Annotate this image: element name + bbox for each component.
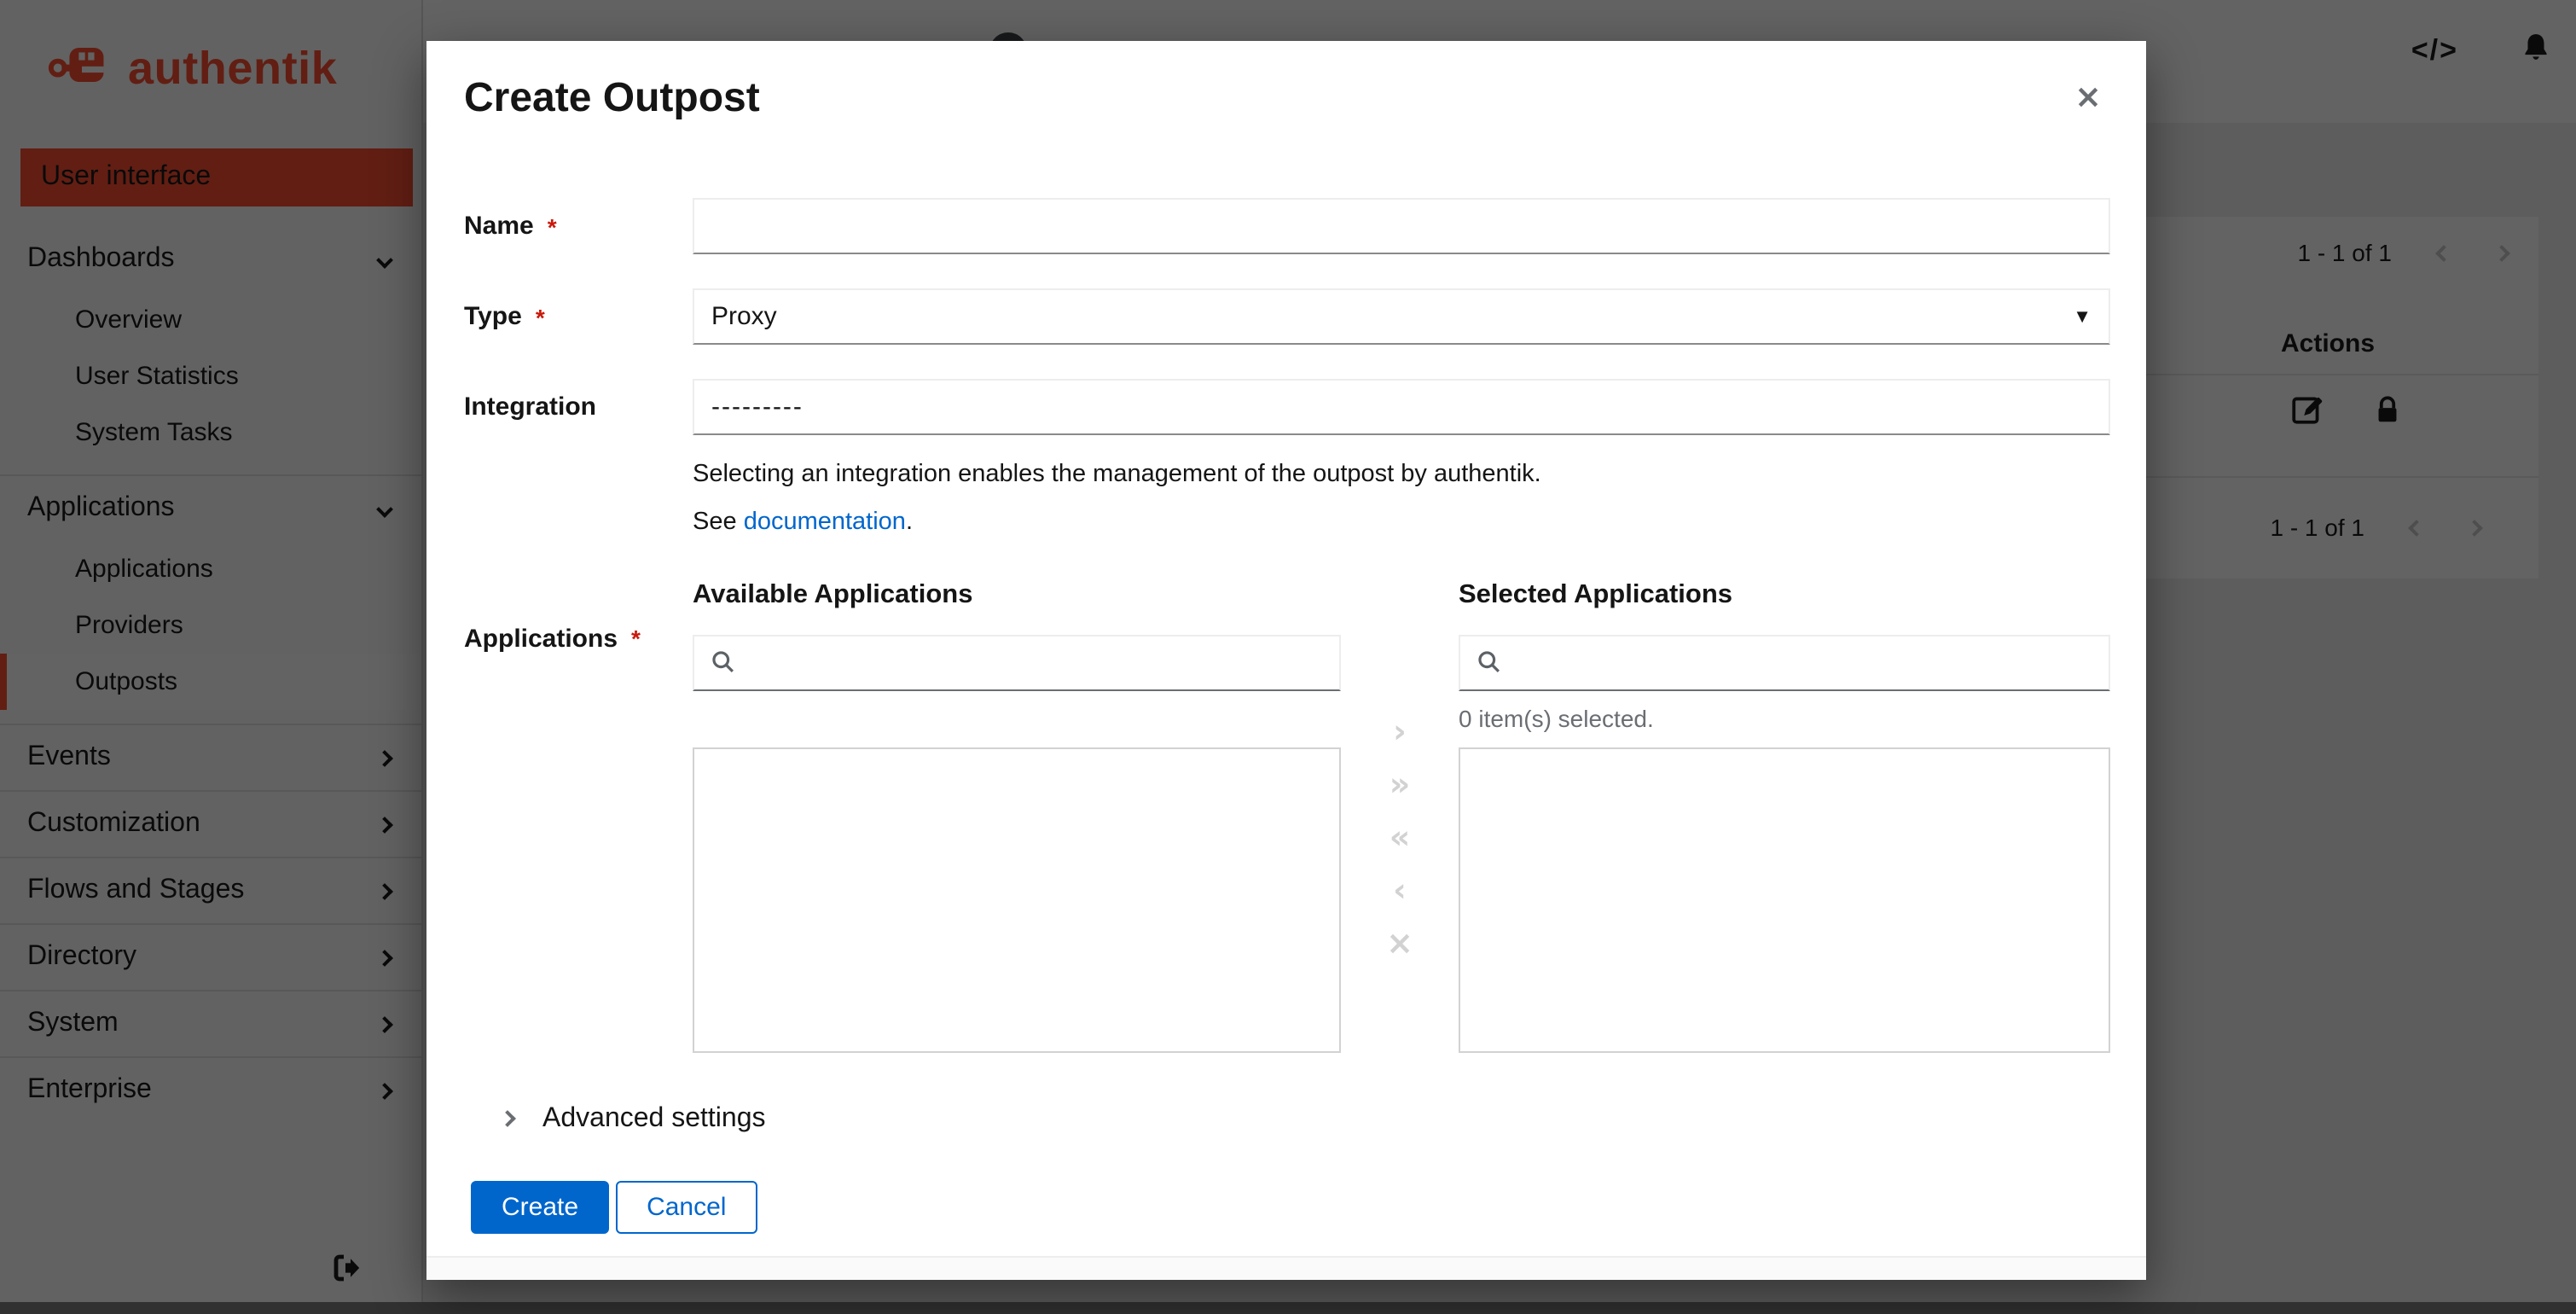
type-select[interactable]: Proxy ▼	[693, 288, 2110, 345]
advanced-settings-toggle[interactable]: Advanced settings	[499, 1103, 2110, 1134]
search-icon	[1478, 651, 1500, 673]
applications-label: Applications *	[464, 624, 641, 654]
selected-applications-column: Selected Applications 0 item(s) selected…	[1459, 579, 2110, 1053]
name-input[interactable]	[693, 198, 2110, 254]
integration-help-link-line: See documentation.	[693, 508, 913, 536]
type-select-value: Proxy	[711, 302, 777, 331]
move-selected-left-icon[interactable]: ‹	[1393, 874, 1407, 907]
selected-count-text: 0 item(s) selected.	[1459, 705, 1654, 733]
available-applications-column: Available Applications	[693, 579, 1341, 1053]
create-button[interactable]: Create	[471, 1180, 610, 1234]
selected-search-input[interactable]	[1459, 634, 2110, 691]
move-all-right-icon[interactable]: »	[1390, 768, 1411, 801]
required-marker: *	[547, 212, 557, 240]
available-applications-title: Available Applications	[693, 579, 973, 609]
create-outpost-form: Name * Type * Proxy ▼ Integration -------	[464, 198, 2110, 1234]
window-bottom-edge	[0, 1302, 2576, 1314]
clear-selection-icon[interactable]: ×	[1386, 927, 1413, 960]
cancel-button[interactable]: Cancel	[616, 1180, 757, 1234]
integration-label: Integration	[464, 392, 596, 422]
close-icon[interactable]: ×	[2061, 75, 2115, 121]
move-all-left-icon[interactable]: «	[1390, 821, 1411, 854]
selected-applications-title: Selected Applications	[1459, 579, 1732, 609]
available-applications-list[interactable]	[693, 747, 1341, 1053]
required-marker: *	[631, 624, 641, 652]
modal-footer-strip	[426, 1256, 2146, 1280]
available-search-input[interactable]	[693, 634, 1341, 691]
available-list-spacer	[693, 690, 1341, 747]
advanced-settings-label: Advanced settings	[542, 1103, 766, 1133]
type-label: Type *	[464, 302, 545, 331]
selected-applications-list[interactable]	[1459, 747, 2110, 1053]
caret-down-icon: ▼	[2073, 306, 2092, 327]
documentation-link[interactable]: documentation	[744, 509, 906, 536]
transfer-controls: › » « ‹ ×	[1341, 579, 1459, 1047]
required-marker: *	[535, 303, 545, 330]
screen: </> authentik User interface Dashboards …	[0, 0, 2576, 1314]
modal-title: Create Outpost	[464, 75, 760, 121]
move-selected-right-icon[interactable]: ›	[1393, 715, 1407, 748]
integration-help-text: Selecting an integration enables the man…	[693, 461, 1541, 488]
search-icon	[712, 651, 734, 673]
applications-dual-select: Available Applications › » « ‹ × Selecte…	[693, 579, 2110, 1053]
chevron-right-icon	[499, 1110, 516, 1128]
integration-select[interactable]: ---------	[693, 379, 2110, 435]
name-label: Name *	[464, 212, 557, 241]
create-outpost-modal: Create Outpost × Name * Type * Proxy ▼ I…	[426, 41, 2146, 1280]
